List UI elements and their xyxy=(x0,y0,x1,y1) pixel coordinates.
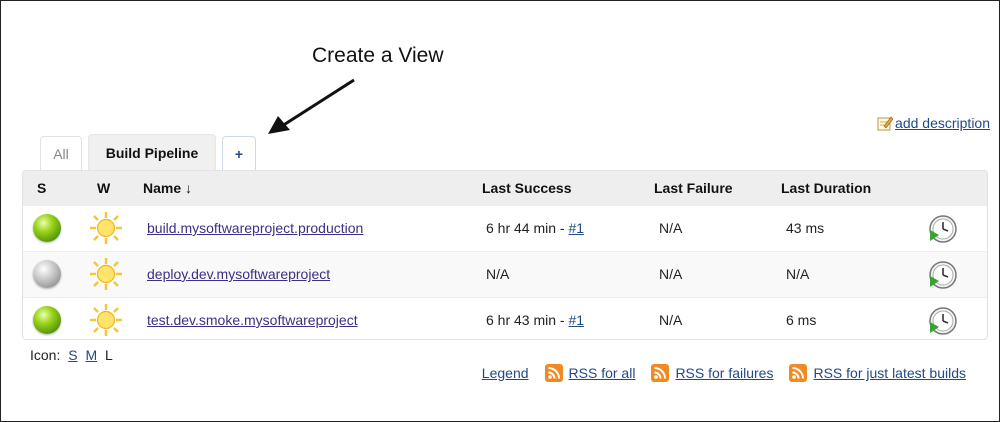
rss-icon xyxy=(651,364,670,382)
last-success-time: 6 hr 43 min - xyxy=(486,312,569,328)
sunny-weather-icon xyxy=(90,304,122,336)
legend-link[interactable]: Legend xyxy=(482,365,529,381)
new-view-tab[interactable]: + xyxy=(222,136,256,170)
jobs-table: S W Name ↓ Last Success Last Failure Las… xyxy=(22,170,988,340)
table-row: test.dev.smoke.mysoftwareproject 6 hr 43… xyxy=(23,297,987,339)
last-duration-value: N/A xyxy=(786,266,810,282)
edit-notepad-icon xyxy=(877,116,894,131)
status-success-icon xyxy=(33,306,61,334)
job-link[interactable]: deploy.dev.mysoftwareproject xyxy=(147,266,330,282)
rss-icon xyxy=(789,364,808,382)
sunny-weather-icon xyxy=(90,212,122,244)
sunny-weather-icon xyxy=(90,258,122,290)
icon-size-small[interactable]: S xyxy=(68,347,77,363)
header-weather[interactable]: W xyxy=(97,180,110,196)
rss-failures-link[interactable]: RSS for failures xyxy=(675,365,773,381)
rss-icon xyxy=(544,364,563,382)
last-failure-value: N/A xyxy=(659,312,683,328)
last-duration-value: 6 ms xyxy=(786,312,817,328)
view-tabs: All Build Pipeline + xyxy=(40,134,262,170)
last-failure-value: N/A xyxy=(659,266,683,282)
add-description-link[interactable]: add description xyxy=(895,115,990,131)
rss-all-link[interactable]: RSS for all xyxy=(569,365,636,381)
job-link[interactable]: test.dev.smoke.mysoftwareproject xyxy=(147,312,358,328)
header-status[interactable]: S xyxy=(37,180,46,196)
icon-size-medium[interactable]: M xyxy=(85,347,97,363)
job-link[interactable]: build.mysoftwareproject.production xyxy=(147,220,363,236)
status-success-icon xyxy=(33,214,61,242)
footer-links: Legend RSS for all RSS for failures RSS … xyxy=(482,364,966,382)
header-last-success[interactable]: Last Success xyxy=(482,180,572,196)
last-success-time: N/A xyxy=(486,266,510,282)
table-row: deploy.dev.mysoftwareproject N/A N/A N/A xyxy=(23,251,987,297)
table-row: build.mysoftwareproject.production 6 hr … xyxy=(23,205,987,251)
last-failure-value: N/A xyxy=(659,220,683,236)
annotation-arrow-icon xyxy=(268,78,355,134)
annotation-text: Create a View xyxy=(312,44,444,67)
rss-latest-link[interactable]: RSS for just latest builds xyxy=(813,365,966,381)
schedule-build-icon[interactable] xyxy=(927,213,959,245)
rss-latest[interactable]: RSS for just latest builds xyxy=(789,364,966,382)
header-name[interactable]: Name ↓ xyxy=(143,180,192,196)
tab-build-pipeline[interactable]: Build Pipeline xyxy=(88,134,216,170)
schedule-build-icon[interactable] xyxy=(927,305,959,337)
rss-failures[interactable]: RSS for failures xyxy=(651,364,773,382)
last-duration-value: 43 ms xyxy=(786,220,825,236)
tab-all[interactable]: All xyxy=(40,136,82,170)
header-last-duration[interactable]: Last Duration xyxy=(781,180,871,196)
schedule-build-icon[interactable] xyxy=(927,259,959,291)
build-number-link[interactable]: #1 xyxy=(568,220,584,236)
header-last-failure[interactable]: Last Failure xyxy=(654,180,733,196)
rss-all[interactable]: RSS for all xyxy=(544,364,636,382)
icon-size-selector: Icon: S M L xyxy=(30,347,113,363)
build-number-link[interactable]: #1 xyxy=(568,312,584,328)
status-not-built-icon xyxy=(33,260,61,288)
icon-size-large: L xyxy=(105,347,113,363)
add-description[interactable]: add description xyxy=(877,115,990,131)
last-success-time: 6 hr 44 min - xyxy=(486,220,569,236)
table-header: S W Name ↓ Last Success Last Failure Las… xyxy=(23,171,987,205)
icon-size-label: Icon: xyxy=(30,347,61,363)
